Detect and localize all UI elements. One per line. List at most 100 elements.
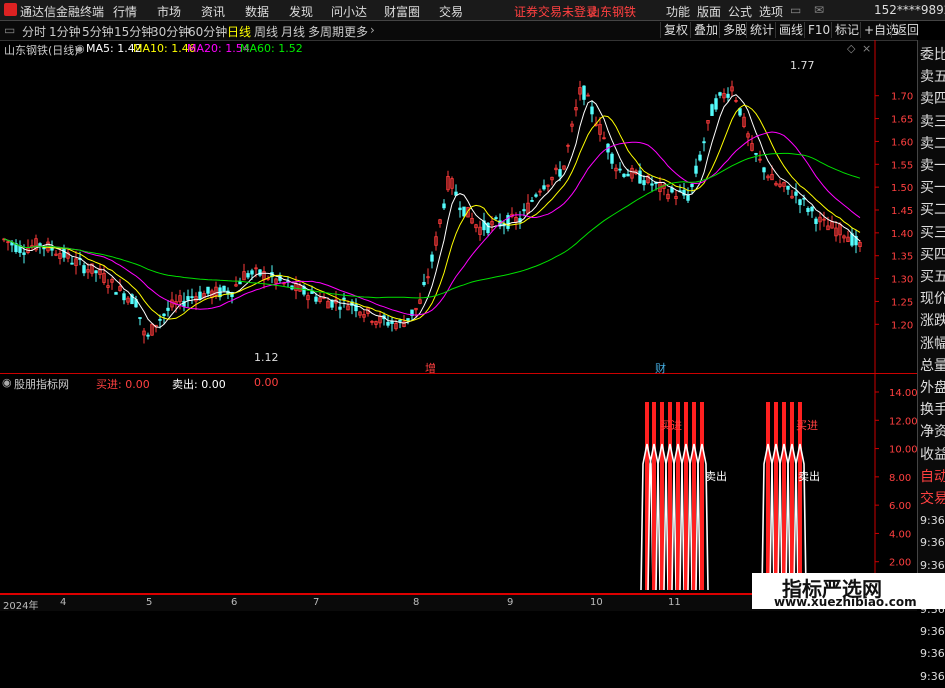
- adjust-button[interactable]: 复权: [660, 22, 691, 38]
- candle-body: [338, 306, 342, 310]
- price-tick-label: 1.55: [891, 160, 913, 171]
- menu-item-options[interactable]: 选项: [759, 3, 783, 20]
- sidebar-item[interactable]: 卖四: [920, 88, 945, 110]
- sidebar-item[interactable]: 换手: [920, 399, 945, 421]
- ma5-line: [3, 94, 861, 328]
- sidebar-item[interactable]: 自动: [920, 466, 945, 488]
- candle-body: [610, 153, 614, 164]
- menu-item-discover[interactable]: 发现: [289, 3, 313, 20]
- sidebar-item[interactable]: 9:36: [920, 643, 945, 665]
- price-tick-label: 1.65: [891, 115, 913, 126]
- menu-item-data[interactable]: 数据: [245, 3, 269, 20]
- sidebar-item[interactable]: 9:36: [920, 621, 945, 643]
- mail-icon[interactable]: ✉: [814, 3, 824, 17]
- collapse-icon[interactable]: ▭: [4, 23, 15, 37]
- menu-item-news[interactable]: 资讯: [201, 3, 225, 20]
- close-icon[interactable]: ×: [862, 42, 871, 55]
- window-minimize-icon[interactable]: ▭: [790, 3, 801, 17]
- period-30min[interactable]: 30分钟: [151, 23, 190, 40]
- candle-body: [246, 273, 250, 278]
- candle-body: [714, 98, 718, 110]
- candle-body: [42, 247, 46, 250]
- diamond-icon[interactable]: ◇: [847, 42, 855, 55]
- menu-item-wealth[interactable]: 财富圈: [384, 3, 420, 20]
- price-tick-label: 1.30: [891, 275, 913, 286]
- menu-item-layout[interactable]: 版面: [697, 3, 721, 20]
- sidebar-item[interactable]: 交易: [920, 488, 945, 510]
- sidebar-item[interactable]: 净资: [920, 421, 945, 443]
- candle-body: [798, 199, 802, 206]
- overlay-button[interactable]: 叠加: [690, 22, 721, 38]
- settings-icon[interactable]: ◉: [75, 42, 85, 55]
- sidebar-item[interactable]: 涨幅: [920, 333, 945, 355]
- period-more[interactable]: 更多: [344, 23, 368, 40]
- low-price-label: 1.12: [254, 351, 279, 364]
- sidebar-item[interactable]: 买一: [920, 177, 945, 199]
- account-id[interactable]: 152****9892: [874, 3, 945, 17]
- current-stock: 山东钢铁: [588, 5, 637, 19]
- ma20-line: [3, 131, 861, 316]
- f10-button[interactable]: F10: [804, 22, 833, 38]
- sidebar-item[interactable]: 现价: [920, 288, 945, 310]
- signal-buy-1: 买进: [660, 419, 682, 432]
- candlestick-svg[interactable]: 1.20 1.25 1.30 1.35 1.40 1.45 1.50 1.55 1.60 1.65…: [0, 40, 917, 373]
- sidebar-item[interactable]: 买二: [920, 199, 945, 221]
- period-weekly[interactable]: 周线: [254, 23, 278, 40]
- candle-body: [222, 285, 226, 292]
- price-tick-label: 1.40: [891, 229, 913, 240]
- period-60min[interactable]: 60分钟: [188, 23, 227, 40]
- sidebar-item[interactable]: 卖一: [920, 155, 945, 177]
- candle-body: [206, 286, 210, 294]
- draw-button[interactable]: 画线: [775, 22, 806, 38]
- period-monthly[interactable]: 月线: [281, 23, 305, 40]
- period-timeshare[interactable]: 分时: [22, 23, 46, 40]
- sidebar-item[interactable]: 卖二: [920, 133, 945, 155]
- menu-item-ask[interactable]: 问小达: [331, 3, 367, 20]
- sidebar-item[interactable]: 买四: [920, 244, 945, 266]
- indicator-tick-label: 10.00: [889, 445, 917, 456]
- period-daily[interactable]: 日线: [227, 23, 251, 40]
- candle-body: [186, 296, 190, 301]
- period-15min[interactable]: 15分钟: [114, 23, 153, 40]
- candle-body: [810, 206, 814, 212]
- sidebar-item[interactable]: 委比: [920, 44, 945, 66]
- menu-item-function[interactable]: 功能: [666, 3, 690, 20]
- chevron-right-icon[interactable]: ›: [370, 23, 375, 37]
- sell-value: 卖出: 0.00: [172, 378, 226, 391]
- ma60-line: [3, 152, 861, 299]
- sidebar-item[interactable]: 买五: [920, 266, 945, 288]
- sidebar-item[interactable]: 9:36: [920, 510, 945, 532]
- menu-item-market[interactable]: 市场: [157, 3, 181, 20]
- sidebar-item[interactable]: 9:36: [920, 532, 945, 554]
- sidebar-item[interactable]: 涨跌: [920, 310, 945, 332]
- candle-body: [94, 270, 98, 274]
- indicator-settings-icon[interactable]: ◉: [2, 376, 12, 389]
- back-button[interactable]: 返回: [891, 22, 922, 38]
- main-chart[interactable]: 1.20 1.25 1.30 1.35 1.40 1.45 1.50 1.55 1.60 1.65…: [0, 40, 917, 375]
- sidebar-item[interactable]: 买三: [920, 222, 945, 244]
- menu-bar: 通达信金融终端 行情 市场 资讯 数据 发现 问小达 财富圈 交易 证券交易未登…: [0, 0, 945, 21]
- sidebar-item[interactable]: 卖五: [920, 66, 945, 88]
- time-tick: 4: [60, 597, 67, 608]
- menu-item-formula[interactable]: 公式: [728, 3, 752, 20]
- sidebar-item[interactable]: 收益: [920, 444, 945, 466]
- indicator-svg[interactable]: 0.00 2.00 4.00 6.00 8.00 10.00 12.00 14.00: [0, 374, 917, 595]
- sidebar-item[interactable]: 总量: [920, 355, 945, 377]
- menu-item-quotes[interactable]: 行情: [113, 3, 137, 20]
- ma60-label: MA60: 1.52: [240, 42, 303, 55]
- sidebar-item[interactable]: 卖三: [920, 111, 945, 133]
- mark-button[interactable]: 标记: [831, 22, 862, 38]
- sidebar-item[interactable]: 9:36: [920, 666, 945, 688]
- candle-body: [62, 248, 66, 258]
- period-1min[interactable]: 1分钟: [49, 23, 81, 40]
- login-notice[interactable]: 证券交易未登录: [514, 3, 598, 20]
- sidebar-item[interactable]: 外盘: [920, 377, 945, 399]
- candle-body: [82, 265, 86, 274]
- period-5min[interactable]: 5分钟: [82, 23, 114, 40]
- stats-button[interactable]: 统计: [746, 22, 777, 38]
- period-multi[interactable]: 多周期: [308, 23, 344, 40]
- indicator-tick-label: 14.00: [889, 388, 917, 399]
- menu-item-trade[interactable]: 交易: [439, 3, 463, 20]
- candle-body: [158, 318, 162, 321]
- indicator-chart[interactable]: 0.00 2.00 4.00 6.00 8.00 10.00 12.00 14.00 ◉ 股朋…: [0, 374, 917, 595]
